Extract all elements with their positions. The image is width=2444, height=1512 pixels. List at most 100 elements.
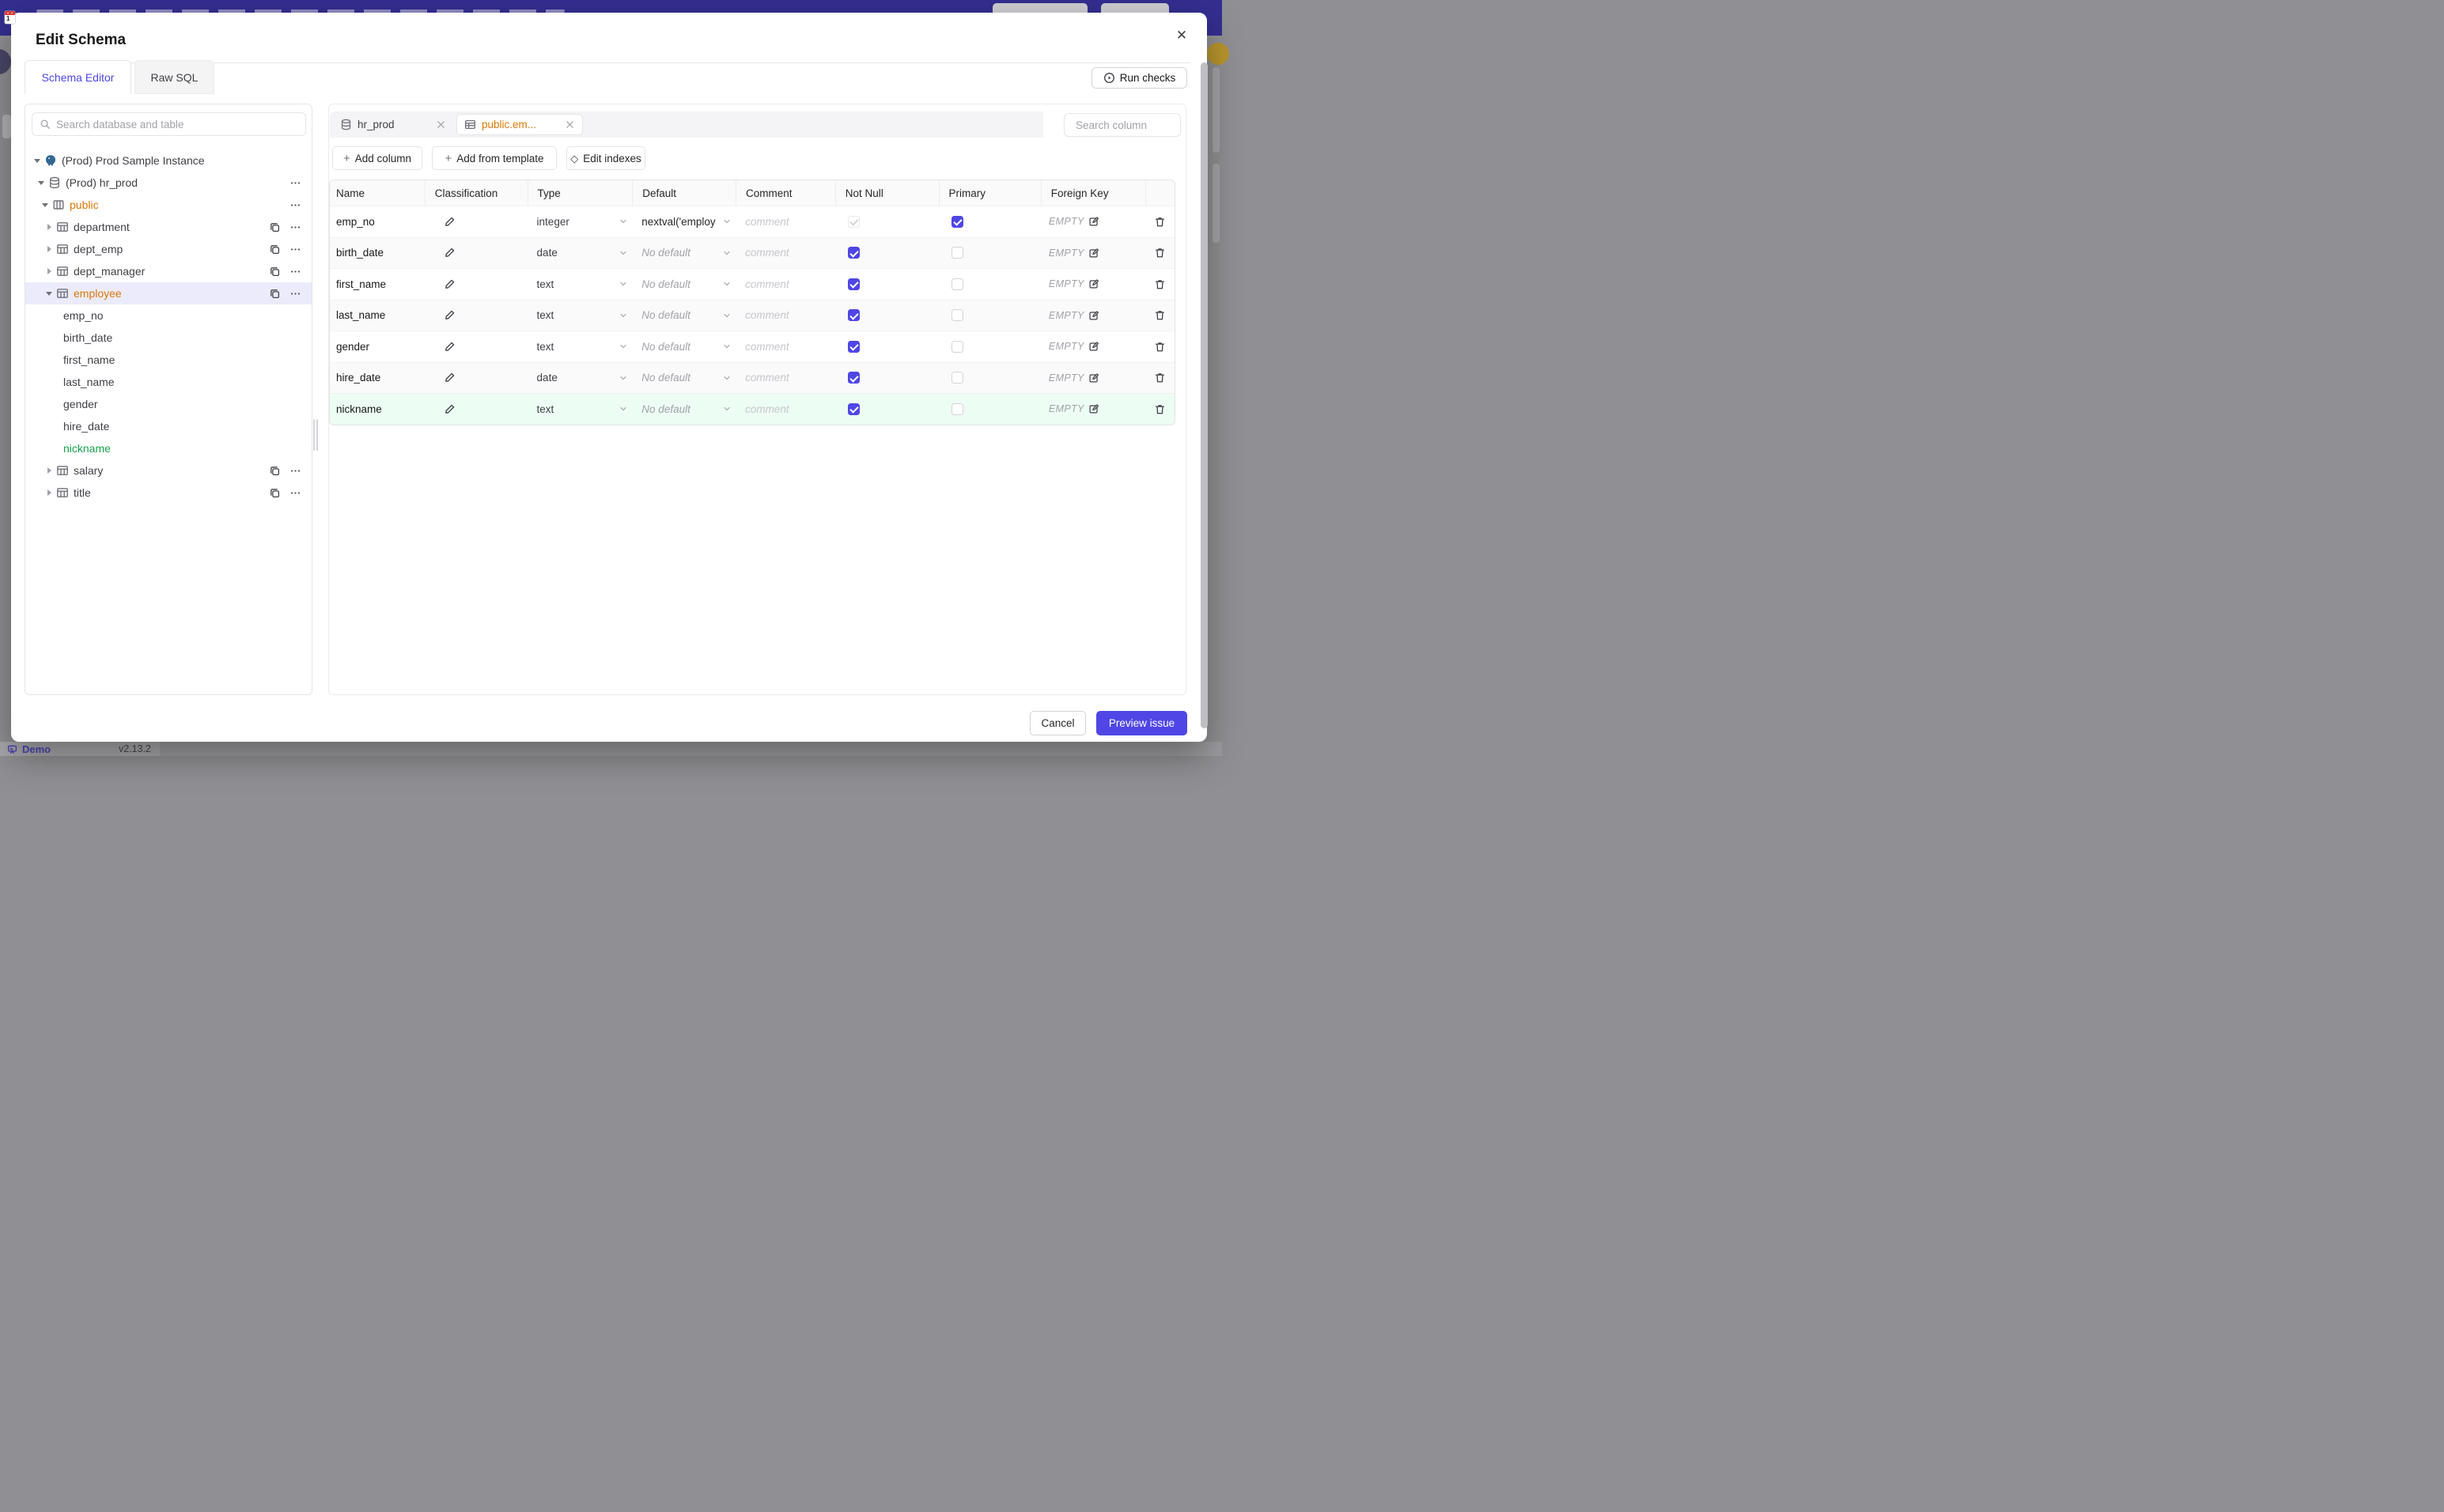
column-name-cell[interactable]: nickname [330,394,425,425]
copy-icon[interactable] [269,266,281,278]
primary-checkbox[interactable] [951,403,963,415]
primary-checkbox[interactable] [951,340,963,353]
primary-checkbox[interactable] [951,309,963,322]
run-checks-button[interactable]: Run checks [1091,67,1187,89]
default-select[interactable]: No default [632,331,736,362]
preview-issue-button[interactable]: Preview issue [1096,711,1187,735]
type-select[interactable]: integer [528,206,633,237]
caret-right-icon[interactable] [44,246,55,252]
edit-foreign-key-icon[interactable] [1088,216,1099,227]
type-select[interactable]: text [528,269,633,300]
column-name-cell[interactable]: emp_no [330,206,425,237]
cancel-button[interactable]: Cancel [1030,711,1086,735]
not-null-checkbox[interactable] [847,247,860,259]
tab-chip-hr-prod[interactable]: hr_prod [333,114,453,135]
caret-right-icon[interactable] [44,467,55,474]
column-name-cell[interactable]: first_name [330,269,425,300]
close-tab-icon[interactable] [565,119,575,130]
more-icon[interactable] [289,177,301,189]
tab-schema-editor[interactable]: Schema Editor [25,60,131,94]
comment-input[interactable]: comment [736,331,835,362]
caret-down-icon[interactable] [44,291,55,296]
tree-column-birth-date[interactable]: birth_date [25,327,312,349]
tree-item-database[interactable]: (Prod) hr_prod [25,172,312,194]
default-select[interactable]: nextval('employ [632,206,736,237]
pencil-icon[interactable] [444,372,456,384]
comment-input[interactable]: comment [736,363,835,394]
comment-input[interactable]: comment [736,238,835,269]
column-name-cell[interactable]: last_name [330,301,425,331]
primary-checkbox[interactable] [951,278,963,290]
default-select[interactable]: No default [632,269,736,300]
pencil-icon[interactable] [444,278,456,290]
not-null-checkbox[interactable] [847,372,860,384]
default-select[interactable]: No default [632,394,736,425]
add-from-template-button[interactable]: + Add from template [432,146,557,170]
tab-raw-sql[interactable]: Raw SQL [134,60,214,94]
tree-item-table-dept-manager[interactable]: dept_manager [25,260,312,282]
caret-down-icon[interactable] [32,158,43,163]
type-select[interactable]: text [528,331,633,362]
pencil-icon[interactable] [444,216,456,228]
more-icon[interactable] [289,288,301,300]
edit-foreign-key-icon[interactable] [1088,372,1099,384]
tree-item-table-salary[interactable]: salary [25,459,312,482]
primary-checkbox[interactable] [951,372,963,384]
tree-column-hire-date[interactable]: hire_date [25,415,312,437]
tree-column-gender[interactable]: gender [25,393,312,415]
comment-input[interactable]: comment [736,301,835,331]
edit-foreign-key-icon[interactable] [1088,341,1099,352]
more-icon[interactable] [289,465,301,477]
tree-item-table-department[interactable]: department [25,216,312,238]
tree-column-first-name[interactable]: first_name [25,349,312,371]
not-null-checkbox[interactable] [847,340,860,353]
trash-icon[interactable] [1154,247,1166,259]
type-select[interactable]: text [528,394,633,425]
tree-item-instance[interactable]: (Prod) Prod Sample Instance [25,149,312,172]
more-icon[interactable] [289,221,301,233]
page-scrollbar[interactable] [1201,62,1208,728]
trash-icon[interactable] [1154,309,1166,321]
column-name-cell[interactable]: gender [330,331,425,362]
panel-resize-handle[interactable] [313,419,320,451]
edit-foreign-key-icon[interactable] [1088,403,1099,414]
type-select[interactable]: date [528,363,633,394]
default-select[interactable]: No default [632,363,736,394]
more-icon[interactable] [289,244,301,255]
trash-icon[interactable] [1154,403,1166,415]
trash-icon[interactable] [1154,278,1166,290]
primary-checkbox[interactable] [951,247,963,259]
pencil-icon[interactable] [444,341,456,353]
caret-right-icon[interactable] [44,490,55,496]
edit-foreign-key-icon[interactable] [1088,310,1099,321]
trash-icon[interactable] [1154,216,1166,228]
not-null-checkbox[interactable] [847,278,860,290]
edit-foreign-key-icon[interactable] [1088,278,1099,289]
default-select[interactable]: No default [632,301,736,331]
caret-right-icon[interactable] [44,268,55,274]
more-icon[interactable] [289,266,301,278]
tree-item-table-employee[interactable]: employee [25,282,312,304]
tree-search-input[interactable] [56,118,298,130]
not-null-checkbox[interactable] [847,403,860,415]
column-name-cell[interactable]: hire_date [330,363,425,394]
primary-checkbox[interactable] [951,215,963,228]
pencil-icon[interactable] [444,309,456,321]
comment-input[interactable]: comment [736,269,835,300]
copy-icon[interactable] [269,288,281,300]
tree-column-emp-no[interactable]: emp_no [25,304,312,327]
column-name-cell[interactable]: birth_date [330,238,425,269]
caret-down-icon[interactable] [36,180,47,185]
pencil-icon[interactable] [444,403,456,415]
caret-down-icon[interactable] [40,202,51,207]
comment-input[interactable]: comment [736,206,835,237]
comment-input[interactable]: comment [736,394,835,425]
add-column-button[interactable]: + Add column [332,146,422,170]
copy-icon[interactable] [269,487,281,499]
edit-foreign-key-icon[interactable] [1088,248,1099,259]
not-null-checkbox[interactable] [847,215,860,228]
trash-icon[interactable] [1154,372,1166,384]
more-icon[interactable] [289,487,301,499]
copy-icon[interactable] [269,244,281,255]
type-select[interactable]: date [528,238,633,269]
